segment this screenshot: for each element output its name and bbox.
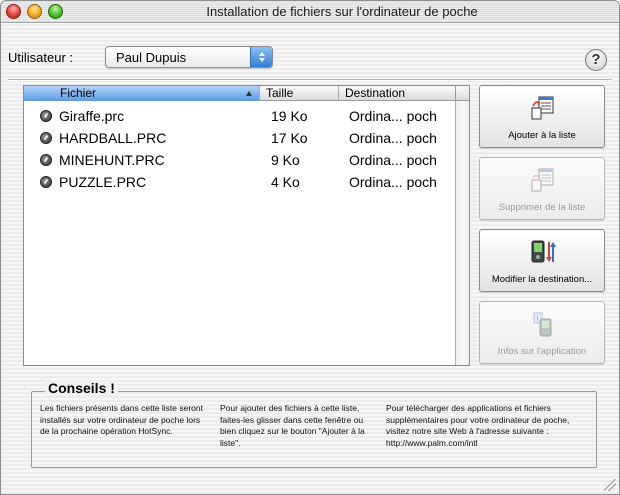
close-window-button[interactable] bbox=[6, 4, 21, 19]
file-destination[interactable]: Ordina... poch bbox=[349, 108, 455, 124]
tip-add-files: Pour ajouter des fichiers à cette liste,… bbox=[220, 403, 365, 448]
change-destination-icon bbox=[531, 240, 556, 263]
remove-from-list-button[interactable]: Supprimer de la liste bbox=[479, 157, 605, 220]
file-destination[interactable]: Ordina... poch bbox=[349, 152, 455, 168]
palm-file-icon bbox=[40, 154, 52, 166]
file-size: 19 Ko bbox=[271, 108, 308, 124]
app-info-icon: i bbox=[533, 312, 552, 337]
vertical-scrollbar[interactable] bbox=[455, 101, 469, 365]
tips-title: Conseils ! bbox=[45, 380, 118, 396]
file-name: MINEHUNT.PRC bbox=[59, 152, 165, 168]
scroll-corner bbox=[455, 86, 469, 101]
tip-download: Pour télécharger des applications et fic… bbox=[386, 403, 570, 448]
table-row[interactable]: Giraffe.prc 19 Ko Ordina... poch bbox=[24, 105, 455, 127]
table-row[interactable]: MINEHUNT.PRC 9 Ko Ordina... poch bbox=[24, 149, 455, 171]
zoom-window-button[interactable] bbox=[48, 4, 63, 19]
window-title: Installation de fichiers sur l'ordinateu… bbox=[206, 4, 478, 19]
divider bbox=[8, 79, 612, 81]
file-destination[interactable]: Ordina... poch bbox=[349, 130, 455, 146]
change-destination-label: Modifier la destination... bbox=[491, 274, 593, 285]
list-header: Fichier Taille Destination bbox=[24, 86, 455, 101]
add-to-list-icon bbox=[531, 96, 554, 120]
user-select[interactable]: Paul Dupuis bbox=[105, 46, 273, 68]
app-info-label: Infos sur l'application bbox=[497, 346, 587, 357]
install-window: Installation de fichiers sur l'ordinateu… bbox=[0, 0, 620, 495]
file-destination[interactable]: Ordina... poch bbox=[349, 174, 455, 190]
column-header-taille[interactable]: Taille bbox=[260, 86, 339, 101]
add-to-list-button[interactable]: Ajouter à la liste bbox=[479, 85, 605, 148]
sort-ascending-icon bbox=[246, 91, 252, 96]
column-header-label: Fichier bbox=[60, 86, 97, 100]
file-size: 17 Ko bbox=[271, 130, 308, 146]
file-size: 4 Ko bbox=[271, 174, 300, 190]
table-row[interactable]: HARDBALL.PRC 17 Ko Ordina... poch bbox=[24, 127, 455, 149]
file-name: HARDBALL.PRC bbox=[59, 130, 167, 146]
popup-arrows-icon bbox=[250, 47, 272, 67]
palm-file-icon bbox=[40, 132, 52, 144]
add-to-list-label: Ajouter à la liste bbox=[508, 130, 576, 141]
help-button[interactable]: ? bbox=[585, 49, 607, 71]
change-destination-button[interactable]: Modifier la destination... bbox=[479, 229, 605, 292]
user-select-value: Paul Dupuis bbox=[116, 50, 187, 65]
column-header-destination[interactable]: Destination bbox=[339, 86, 455, 101]
column-header-fichier[interactable]: Fichier bbox=[24, 86, 260, 101]
palm-file-icon bbox=[40, 176, 52, 188]
file-size: 9 Ko bbox=[271, 152, 300, 168]
resize-grip-icon[interactable] bbox=[604, 479, 616, 491]
remove-from-list-icon bbox=[531, 168, 554, 192]
file-name: PUZZLE.PRC bbox=[59, 174, 147, 190]
title-bar[interactable]: Installation de fichiers sur l'ordinateu… bbox=[1, 1, 619, 23]
tip-installation: Les fichiers présents dans cette liste s… bbox=[40, 403, 203, 436]
svg-text:i: i bbox=[537, 314, 539, 323]
minimize-window-button[interactable] bbox=[27, 4, 42, 19]
table-row[interactable]: PUZZLE.PRC 4 Ko Ordina... poch bbox=[24, 171, 455, 193]
file-list[interactable]: Fichier Taille Destination Giraffe.prc 1… bbox=[23, 85, 470, 366]
user-label: Utilisateur : bbox=[8, 50, 74, 65]
palm-file-icon bbox=[40, 110, 52, 122]
file-name: Giraffe.prc bbox=[59, 108, 125, 124]
app-info-button[interactable]: i Infos sur l'application bbox=[479, 301, 605, 364]
remove-from-list-label: Supprimer de la liste bbox=[498, 202, 586, 213]
